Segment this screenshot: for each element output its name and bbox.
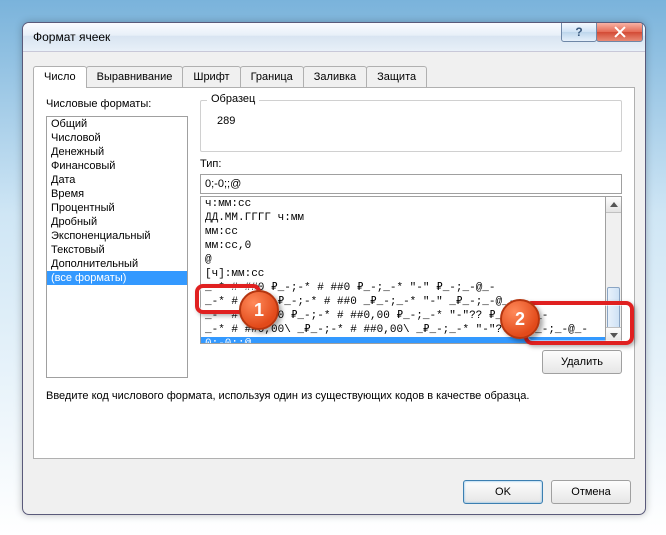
list-item[interactable]: Числовой bbox=[47, 131, 187, 145]
dialog-buttons: OK Отмена bbox=[463, 480, 631, 504]
list-item[interactable]: Процентный bbox=[47, 201, 187, 215]
scroll-down-button[interactable] bbox=[606, 327, 621, 343]
window-title: Формат ячеек bbox=[33, 30, 110, 44]
tab-fill[interactable]: Заливка bbox=[303, 66, 367, 87]
close-icon bbox=[614, 26, 626, 38]
list-item[interactable]: ч:мм:сс bbox=[201, 197, 605, 211]
list-item[interactable]: Экспоненциальный bbox=[47, 229, 187, 243]
dialog-body: Число Выравнивание Шрифт Граница Заливка… bbox=[23, 52, 645, 514]
type-list-scrollbar[interactable] bbox=[606, 196, 622, 344]
list-item[interactable]: Дополнительный bbox=[47, 257, 187, 271]
chevron-up-icon bbox=[610, 202, 618, 207]
type-list-wrap: ч:мм:сс ДД.ММ.ГГГГ ч:мм мм:сс мм:сс,0 @ … bbox=[200, 196, 622, 344]
tab-content-number: Числовые форматы: Общий Числовой Денежны… bbox=[33, 88, 635, 459]
titlebar: Формат ячеек ? bbox=[23, 23, 645, 52]
list-item[interactable]: Время bbox=[47, 187, 187, 201]
sample-group: Образец 289 bbox=[200, 100, 622, 152]
sample-label: Образец bbox=[207, 93, 259, 105]
list-item[interactable]: [ч]:мм:сс bbox=[201, 267, 605, 281]
list-item[interactable]: Дробный bbox=[47, 215, 187, 229]
hint-text: Введите код числового формата, используя… bbox=[46, 390, 622, 402]
type-input[interactable] bbox=[200, 174, 622, 194]
list-item[interactable]: @ bbox=[201, 253, 605, 267]
delete-button[interactable]: Удалить bbox=[542, 350, 622, 374]
list-item[interactable]: _-* # ##0,00 ₽_-;-* # ##0,00 ₽_-;_-* "-"… bbox=[201, 309, 605, 323]
ok-button[interactable]: OK bbox=[463, 480, 543, 504]
category-list[interactable]: Общий Числовой Денежный Финансовый Дата … bbox=[46, 116, 188, 378]
tab-number[interactable]: Число bbox=[33, 66, 87, 88]
list-item[interactable]: _-* # ##0 _₽_-;-* # ##0 _₽_-;_-* "-" _₽_… bbox=[201, 295, 605, 309]
list-item[interactable]: мм:сс bbox=[201, 225, 605, 239]
tab-strip: Число Выравнивание Шрифт Граница Заливка… bbox=[33, 66, 635, 88]
list-item[interactable]: Денежный bbox=[47, 145, 187, 159]
help-icon: ? bbox=[575, 26, 582, 38]
list-item[interactable]: Текстовый bbox=[47, 243, 187, 257]
close-button[interactable] bbox=[596, 22, 643, 42]
list-item[interactable]: ДД.ММ.ГГГГ ч:мм bbox=[201, 211, 605, 225]
list-item[interactable]: Финансовый bbox=[47, 159, 187, 173]
tab-alignment[interactable]: Выравнивание bbox=[86, 66, 184, 87]
list-item-selected[interactable]: 0;-0;;@ bbox=[201, 337, 605, 344]
tab-border[interactable]: Граница bbox=[240, 66, 304, 87]
list-item[interactable]: _-* # ##0 ₽_-;-* # ##0 ₽_-;_-* "-" ₽_-;_… bbox=[201, 281, 605, 295]
scroll-thumb[interactable] bbox=[607, 287, 620, 329]
help-button[interactable]: ? bbox=[561, 22, 597, 42]
format-cells-dialog: Формат ячеек ? Число Выравнивание Шрифт … bbox=[22, 22, 646, 515]
list-item[interactable]: Дата bbox=[47, 173, 187, 187]
list-item[interactable]: мм:сс,0 bbox=[201, 239, 605, 253]
scroll-up-button[interactable] bbox=[606, 197, 621, 213]
chevron-down-icon bbox=[610, 333, 618, 338]
list-item-all-formats[interactable]: (все форматы) bbox=[47, 271, 187, 285]
sample-value: 289 bbox=[211, 115, 611, 127]
tab-protection[interactable]: Защита bbox=[366, 66, 427, 87]
titlebar-buttons: ? bbox=[562, 22, 643, 42]
type-label: Тип: bbox=[200, 158, 221, 170]
tab-font[interactable]: Шрифт bbox=[182, 66, 240, 87]
list-item[interactable]: Общий bbox=[47, 117, 187, 131]
type-list[interactable]: ч:мм:сс ДД.ММ.ГГГГ ч:мм мм:сс мм:сс,0 @ … bbox=[200, 196, 606, 344]
list-item[interactable]: _-* # ##0,00\ _₽_-;-* # ##0,00\ _₽_-;_-*… bbox=[201, 323, 605, 337]
cancel-button[interactable]: Отмена bbox=[551, 480, 631, 504]
